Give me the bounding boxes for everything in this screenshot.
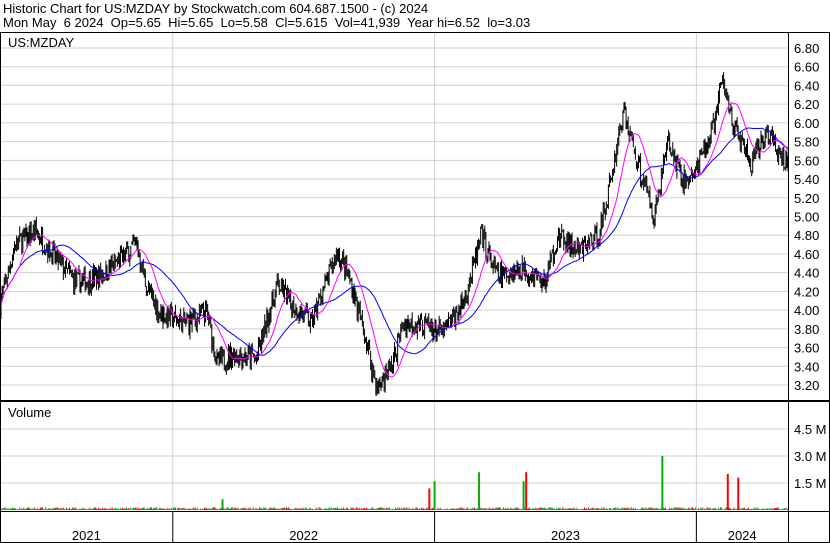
chart-window: Historic Chart for US:MZDAY by Stockwatc…: [0, 0, 830, 543]
price-tick-label: 4.20: [794, 284, 819, 299]
price-tick-label: 4.60: [794, 247, 819, 262]
year-label: 2023: [551, 528, 580, 543]
price-tick-label: 3.80: [794, 322, 819, 337]
symbol-label: US:MZDAY: [8, 35, 75, 50]
volume-spike-bar: [478, 472, 481, 510]
volume-tick-label: 3.0 M: [794, 449, 827, 464]
year-label: 2022: [289, 528, 318, 543]
price-tick-label: 5.60: [794, 153, 819, 168]
year-label: 2021: [72, 528, 101, 543]
price-tick-label: 6.00: [794, 116, 819, 131]
year-label: 2024: [728, 528, 757, 543]
volume-tick-label: 1.5 M: [794, 476, 827, 491]
volume-label: Volume: [8, 405, 51, 420]
volume-spike-bar: [661, 456, 664, 510]
volume-tick-label: 4.5 M: [794, 422, 827, 437]
price-tick-label: 3.60: [794, 341, 819, 356]
price-tick-label: 6.40: [794, 78, 819, 93]
price-tick-label: 3.40: [794, 359, 819, 374]
price-tick-label: 6.20: [794, 97, 819, 112]
volume-spike-bar: [428, 488, 431, 510]
volume-spike-bar: [433, 481, 436, 510]
price-tick-label: 3.20: [794, 378, 819, 393]
price-tick-label: 4.40: [794, 266, 819, 281]
price-tick-label: 4.80: [794, 228, 819, 243]
volume-spike-bar: [221, 499, 224, 510]
price-tick-label: 5.00: [794, 210, 819, 225]
price-chart: US:MZDAY Volume 6.80 6.60 6.40 6.20 6.00 5.80…: [0, 32, 830, 543]
price-tick-label: 4.00: [794, 303, 819, 318]
price-tick-label: 5.40: [794, 172, 819, 187]
volume-spike-bar: [525, 472, 528, 510]
long-moving-average-line: [0, 127, 789, 356]
price-tick-label: 6.80: [794, 41, 819, 56]
volume-spike-bar: [522, 481, 525, 510]
volume-spike-bar: [726, 474, 729, 510]
price-tick-label: 5.20: [794, 191, 819, 206]
price-tick-label: 5.80: [794, 135, 819, 150]
price-tick-label: 6.60: [794, 60, 819, 75]
volume-spike-bar: [737, 477, 740, 510]
